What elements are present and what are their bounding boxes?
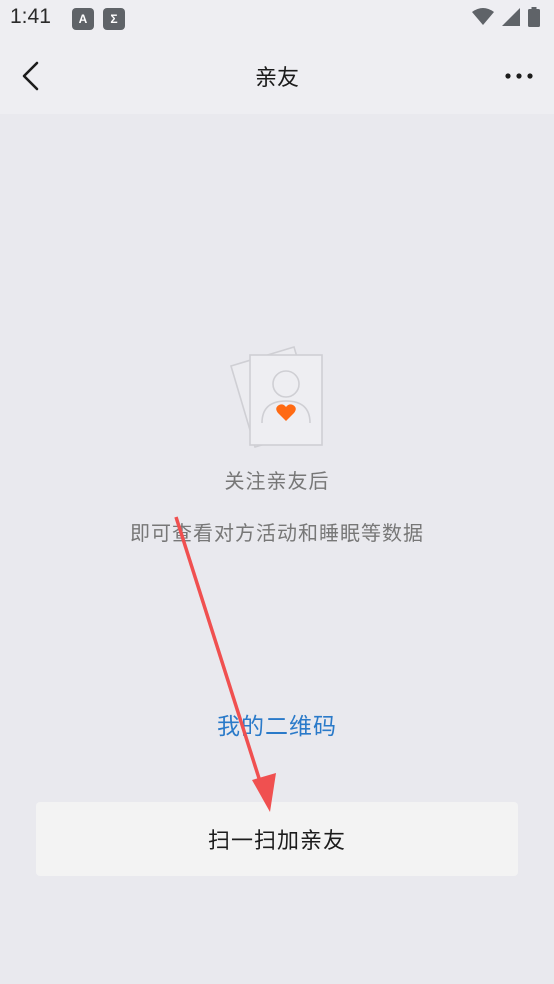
status-time: 1:41 bbox=[10, 5, 51, 28]
status-bar: 1:41 A Σ bbox=[0, 0, 554, 38]
app-bar: 亲友 bbox=[0, 38, 554, 114]
more-button[interactable] bbox=[504, 66, 534, 86]
empty-state-title: 关注亲友后 bbox=[224, 469, 330, 493]
notification-sigma-icon: Σ bbox=[103, 8, 125, 30]
wifi-icon bbox=[472, 8, 494, 25]
scan-to-add-friend-button[interactable]: 扫一扫加亲友 bbox=[36, 802, 518, 876]
signal-icon bbox=[502, 8, 520, 26]
empty-state-subtitle: 即可查看对方活动和睡眠等数据 bbox=[130, 521, 424, 545]
battery-icon bbox=[528, 7, 540, 27]
page-title: 亲友 bbox=[254, 66, 299, 91]
notification-a-icon: A bbox=[72, 8, 94, 30]
friend-card-heart-icon bbox=[230, 346, 323, 448]
my-qr-code-link[interactable]: 我的二维码 bbox=[0, 707, 554, 741]
